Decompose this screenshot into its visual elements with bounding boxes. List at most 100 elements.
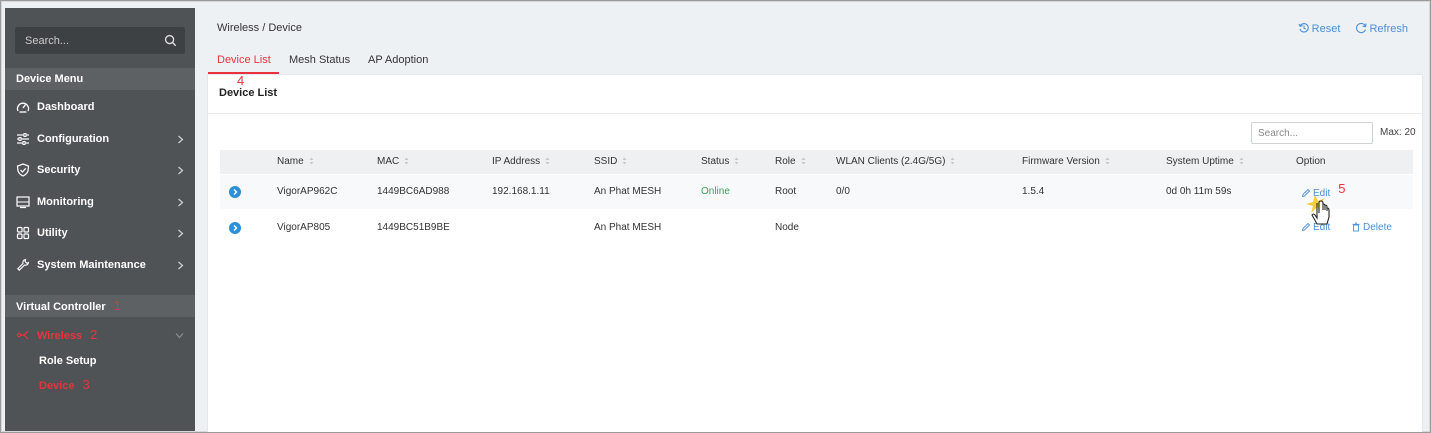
reset-label: Reset [1311, 23, 1341, 35]
sidebar-item-label: Security [37, 164, 81, 176]
cell-role: Root [775, 186, 797, 197]
chevron-right-icon [178, 135, 184, 144]
cell-mac: 1449BC51B9BE [377, 222, 450, 233]
chevron-right-icon [233, 189, 238, 195]
chevron-right-icon [178, 229, 184, 238]
device-menu-header: Device Menu [5, 68, 195, 90]
monitor-icon [16, 196, 30, 209]
chevron-right-icon [178, 198, 184, 207]
column-header-uptime[interactable]: System Uptime [1166, 150, 1244, 174]
delete-button[interactable]: Delete [1351, 211, 1392, 245]
sidebar-item-label: Utility [37, 227, 68, 239]
cell-role: Node [775, 222, 799, 233]
column-header-ssid[interactable]: SSID [594, 150, 627, 174]
chevron-right-icon [178, 261, 184, 270]
reset-button[interactable]: Reset [1298, 23, 1344, 35]
delete-label: Delete [1363, 222, 1392, 233]
device-list-panel: Device List Max: 20 Name MAC IP Address … [207, 74, 1424, 432]
grid-icon [16, 226, 30, 240]
step-marker: 1 [113, 298, 121, 313]
sort-icon [404, 157, 409, 165]
chevron-right-icon [178, 166, 184, 175]
table-search-input[interactable] [1251, 122, 1373, 144]
sidebar: Device Menu Dashboard Configuration [5, 8, 195, 431]
cell-mac: 1449BC6AD988 [377, 186, 450, 197]
refresh-label: Refresh [1369, 23, 1408, 35]
app-window: Device Menu Dashboard Configuration [0, 0, 1431, 433]
tab-mesh-status[interactable]: Mesh Status [289, 54, 350, 66]
wireless-branch-icon [16, 330, 29, 340]
sort-icon [545, 157, 550, 165]
sidebar-subitem-label: Device [39, 380, 75, 392]
step-marker: 3 [82, 377, 90, 392]
sort-icon [950, 157, 955, 165]
cell-ssid: An Phat MESH [594, 186, 662, 197]
edit-button[interactable]: Edit 5 [1301, 175, 1345, 209]
refresh-button[interactable]: Refresh [1355, 22, 1408, 35]
wrench-icon [17, 258, 30, 271]
sidebar-item-label: Monitoring [37, 196, 94, 208]
virtual-controller-title: Virtual Controller [16, 301, 106, 313]
pencil-icon [1301, 188, 1311, 198]
sidebar-search-input[interactable] [15, 27, 165, 54]
column-header-firmware[interactable]: Firmware Version [1022, 150, 1110, 174]
sidebar-subitem-role-setup[interactable]: Role Setup [39, 351, 96, 371]
top-actions: Reset Refresh [1286, 22, 1408, 35]
sidebar-item-monitoring[interactable]: Monitoring [5, 188, 195, 216]
sidebar-search [15, 27, 185, 54]
sidebar-item-security[interactable]: Security [5, 156, 195, 184]
expand-row-button[interactable] [229, 222, 241, 234]
table-row: VigorAP962C 1449BC6AD988 192.168.1.11 An… [220, 175, 1413, 209]
cell-wlan-clients: 0/0 [836, 186, 850, 197]
edit-button[interactable]: Edit [1301, 211, 1330, 245]
sort-icon [1239, 157, 1244, 165]
cell-uptime: 0d 0h 11m 59s [1166, 186, 1232, 197]
sidebar-item-wireless[interactable]: Wireless 2 [5, 321, 195, 349]
trash-icon [1352, 222, 1360, 232]
cell-status: Online [701, 186, 730, 197]
sidebar-item-label: System Maintenance [37, 259, 146, 271]
cell-name: VigorAP962C [277, 186, 338, 197]
sidebar-item-label: Dashboard [37, 101, 95, 113]
sort-icon [309, 157, 314, 165]
column-header-name[interactable]: Name [277, 150, 314, 174]
sidebar-item-dashboard[interactable]: Dashboard [5, 93, 195, 121]
cell-name: VigorAP805 [277, 222, 331, 233]
refresh-icon [1356, 22, 1368, 34]
step-marker: 4 [237, 73, 245, 88]
search-icon[interactable] [164, 34, 177, 47]
sort-icon [1105, 157, 1110, 165]
step-marker: 2 [90, 327, 98, 342]
cell-firmware: 1.5.4 [1022, 186, 1045, 197]
max-count-label: Max: 20 [1380, 127, 1416, 138]
edit-label: Edit [1313, 222, 1331, 233]
breadcrumb: Wireless / Device [217, 22, 302, 34]
sort-icon [734, 157, 739, 165]
sidebar-item-utility[interactable]: Utility [5, 219, 195, 247]
chevron-right-icon [233, 225, 238, 231]
reset-icon [1298, 23, 1309, 33]
sliders-icon [17, 133, 29, 145]
expand-row-button[interactable] [229, 186, 241, 198]
table-header: Name MAC IP Address SSID Status Role WLA… [220, 150, 1413, 174]
column-header-role[interactable]: Role [775, 150, 806, 174]
sidebar-item-configuration[interactable]: Configuration [5, 125, 195, 153]
sidebar-item-label: Configuration [37, 133, 110, 145]
cell-ssid: An Phat MESH [594, 222, 662, 233]
sidebar-subitem-device[interactable]: Device 3 [39, 375, 90, 395]
column-header-ip[interactable]: IP Address [492, 150, 550, 174]
chevron-down-icon [175, 333, 184, 339]
divider [208, 113, 1424, 114]
tab-ap-adoption[interactable]: AP Adoption [368, 54, 428, 66]
pencil-icon [1301, 222, 1311, 232]
sidebar-item-system-maintenance[interactable]: System Maintenance [5, 251, 195, 279]
sort-icon [801, 157, 806, 165]
column-header-status[interactable]: Status [701, 150, 739, 174]
tab-device-list[interactable]: Device List [217, 54, 271, 66]
column-header-mac[interactable]: MAC [377, 150, 409, 174]
table-row: VigorAP805 1449BC51B9BE An Phat MESH Nod… [220, 211, 1413, 245]
column-header-option: Option [1296, 156, 1326, 167]
sidebar-item-label: Wireless [37, 330, 83, 342]
virtual-controller-header: Virtual Controller 1 [5, 295, 195, 317]
column-header-wlan-clients[interactable]: WLAN Clients (2.4G/5G) [836, 150, 955, 174]
